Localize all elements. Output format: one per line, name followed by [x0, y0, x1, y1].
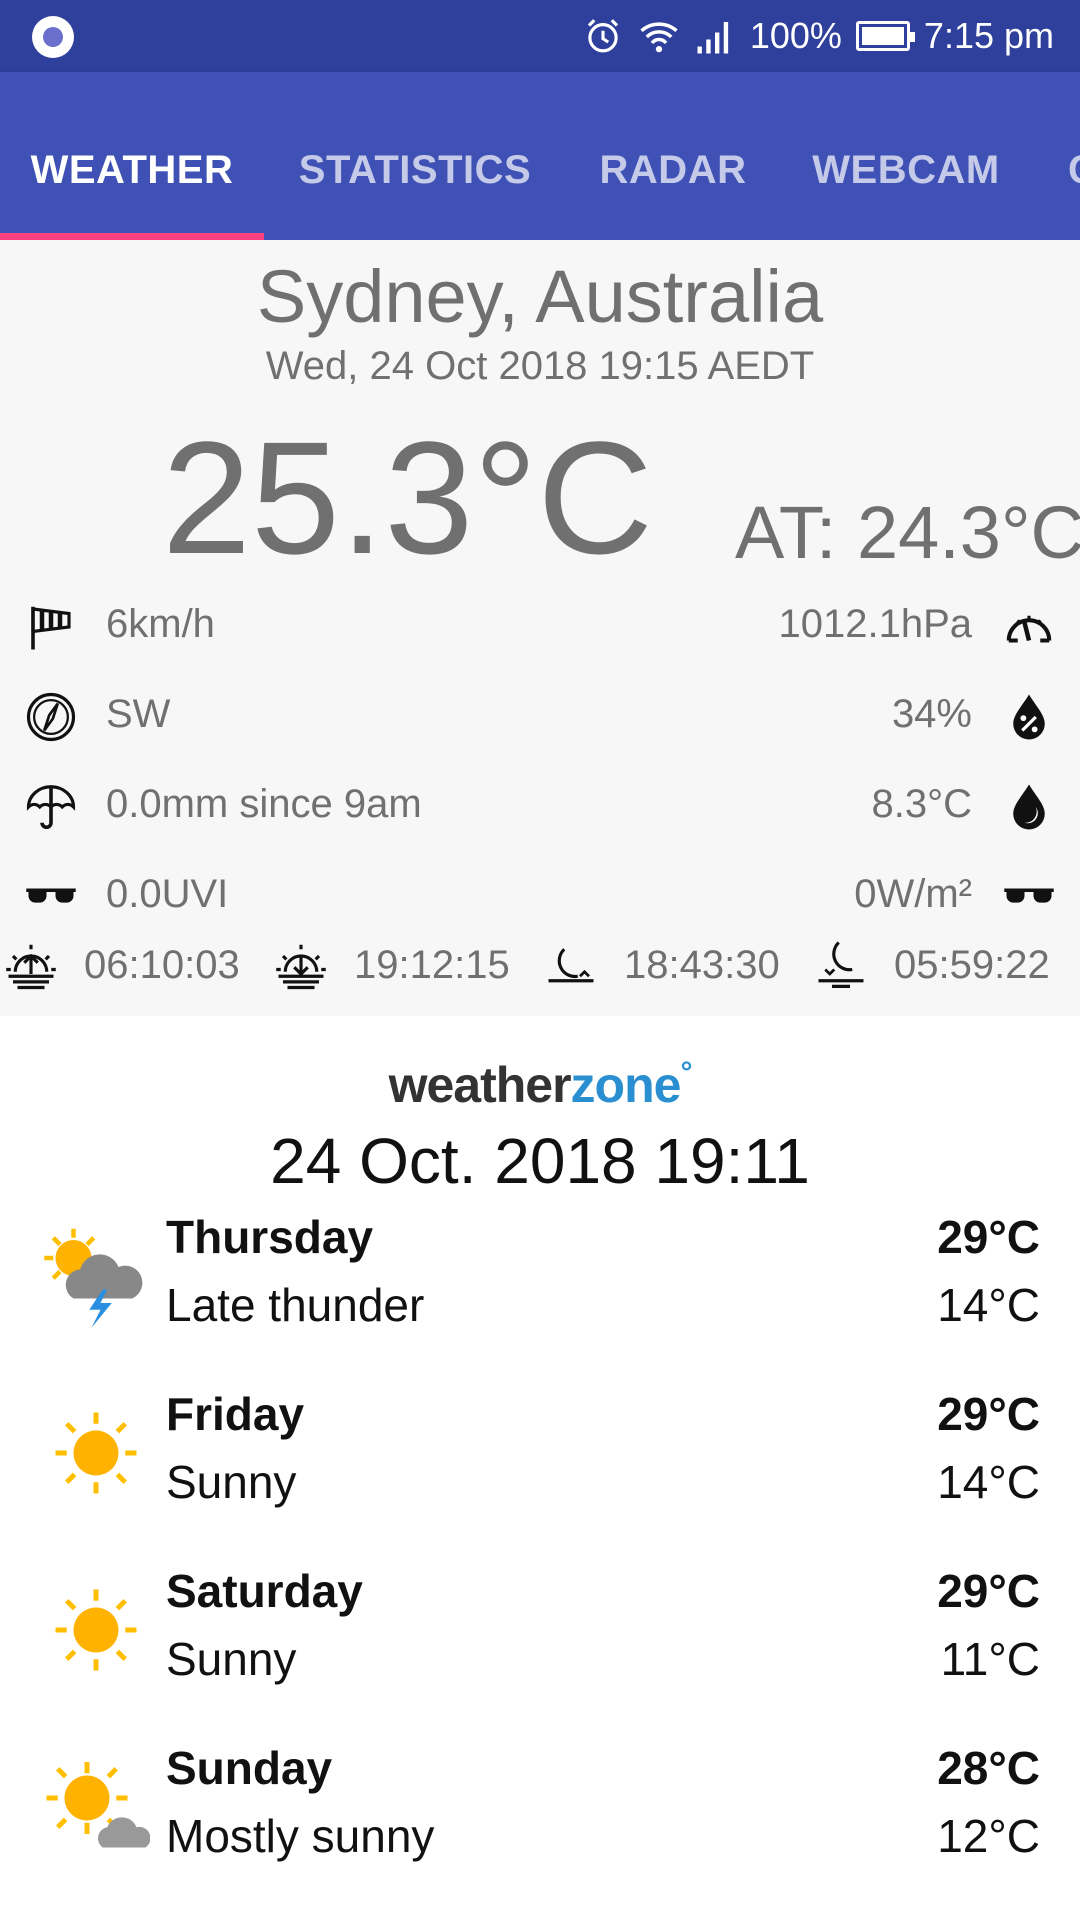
rainfall-value: 0.0mm since 9am — [106, 782, 422, 826]
forecast-day-name: Saturday — [166, 1565, 363, 1617]
tab-radar[interactable]: RADAR — [566, 72, 780, 240]
moonset-time: 05:59:22 — [894, 942, 1050, 987]
sun-moon-row: 06:10:03 19:12:15 18:43:30 05:59:22 — [0, 930, 1080, 1000]
clock: 7:15 pm — [923, 15, 1054, 56]
moonrise-time: 18:43:30 — [624, 942, 780, 987]
current-conditions: Sydney, Australia Wed, 24 Oct 2018 19:15… — [0, 240, 1080, 1016]
current-temperature: 25.3°C — [162, 408, 653, 587]
forecast-high: 29°C — [937, 1388, 1040, 1440]
moonrise-item: 18:43:30 — [544, 930, 780, 1000]
humidity-value: 34% — [891, 692, 972, 736]
battery-icon — [855, 21, 915, 51]
compass-icon — [26, 692, 76, 742]
apparent-temperature: AT: 24.3°C — [734, 491, 1080, 574]
wind-pressure-row: 6km/h 1012.1hPa — [0, 592, 1080, 662]
moonset-item: 05:59:22 — [814, 930, 1050, 1000]
tab-next-partial[interactable]: C — [1032, 72, 1080, 240]
tab-weather[interactable]: WEATHER — [0, 72, 264, 240]
forecast-low: 14°C — [937, 1279, 1040, 1331]
sunset-icon — [276, 944, 326, 990]
sunglasses-icon — [26, 888, 76, 903]
wind-speed: 6km/h — [106, 602, 215, 646]
active-tab-indicator — [0, 233, 264, 240]
moonset-icon — [818, 941, 864, 988]
direction-humidity-row: SW 34% — [0, 682, 1080, 752]
sunny-icon — [55, 1412, 137, 1494]
sunset-item: 19:12:15 — [274, 930, 510, 1000]
forecast-high: 28°C — [937, 1742, 1040, 1794]
tab-webcam[interactable]: WEBCAM — [780, 72, 1032, 240]
forecast-day-saturday: Saturday Sunny 29°C 11°C — [0, 1564, 1080, 1724]
forecast-day-name: Thursday — [166, 1211, 374, 1263]
forecast-description: Mostly sunny — [166, 1810, 435, 1862]
mostly-sunny-icon — [46, 1762, 150, 1848]
sunglasses-icon — [1004, 888, 1054, 903]
notification-icon — [32, 16, 74, 58]
sunrise-item: 06:10:03 — [4, 930, 240, 1000]
forecast-day-sunday: Sunday Mostly sunny 28°C 12°C — [0, 1741, 1080, 1901]
forecast-description: Sunny — [166, 1456, 297, 1508]
alarm-icon — [587, 19, 618, 53]
dew-point-drop-icon — [1013, 784, 1045, 830]
sunset-time: 19:12:15 — [354, 942, 510, 987]
forecast-low: 12°C — [937, 1810, 1040, 1862]
forecast-description: Late thunder — [166, 1279, 425, 1331]
windsock-icon — [31, 606, 71, 650]
forecast-high: 29°C — [937, 1565, 1040, 1617]
forecast-high: 29°C — [937, 1211, 1040, 1263]
sunrise-time: 06:10:03 — [84, 942, 240, 987]
forecast-description: Sunny — [166, 1633, 297, 1685]
dew-point-value: 8.3°C — [871, 782, 973, 826]
pressure-value: 1012.1hPa — [778, 602, 972, 646]
signal-icon — [697, 22, 728, 54]
status-bar: 100% 7:15 pm — [0, 0, 1080, 72]
solar-radiation: 0W/m² — [854, 872, 972, 916]
location-title: Sydney, Australia — [256, 255, 824, 338]
tab-statistics[interactable]: STATISTICS — [264, 72, 566, 240]
wind-direction: SW — [106, 692, 171, 736]
thunder-icon — [44, 1228, 143, 1328]
forecast-day-name: Sunday — [166, 1742, 333, 1794]
uv-solar-row: 0.0UVI 0W/m² — [0, 862, 1080, 932]
battery-percent: 100% — [749, 15, 842, 56]
forecast-day-thursday: Thursday Late thunder 29°C 14°C — [0, 1210, 1080, 1370]
forecast-issued-time: 24 Oct. 2018 19:11 — [270, 1125, 810, 1197]
moonrise-icon — [548, 948, 594, 983]
weatherzone-logo: weatherzone° — [388, 1056, 693, 1113]
umbrella-icon — [26, 785, 76, 830]
forecast-day-friday: Friday Sunny 29°C 14°C — [0, 1387, 1080, 1547]
forecast-low: 11°C — [940, 1633, 1040, 1685]
sunny-icon — [55, 1589, 137, 1671]
status-icons: 100% 7:15 pm — [582, 0, 1054, 72]
gauge-icon — [1006, 615, 1052, 643]
sunrise-icon — [6, 944, 56, 990]
forecast-day-name: Friday — [166, 1388, 305, 1440]
humidity-drop-icon — [1013, 694, 1045, 740]
wifi-icon — [640, 22, 678, 53]
forecast-low: 14°C — [937, 1456, 1040, 1508]
observation-datetime: Wed, 24 Oct 2018 19:15 AEDT — [265, 344, 815, 388]
rain-dewpoint-row: 0.0mm since 9am 8.3°C — [0, 772, 1080, 842]
uv-index: 0.0UVI — [106, 872, 229, 916]
tab-bar: WEATHER STATISTICS RADAR WEBCAM C — [0, 72, 1080, 240]
